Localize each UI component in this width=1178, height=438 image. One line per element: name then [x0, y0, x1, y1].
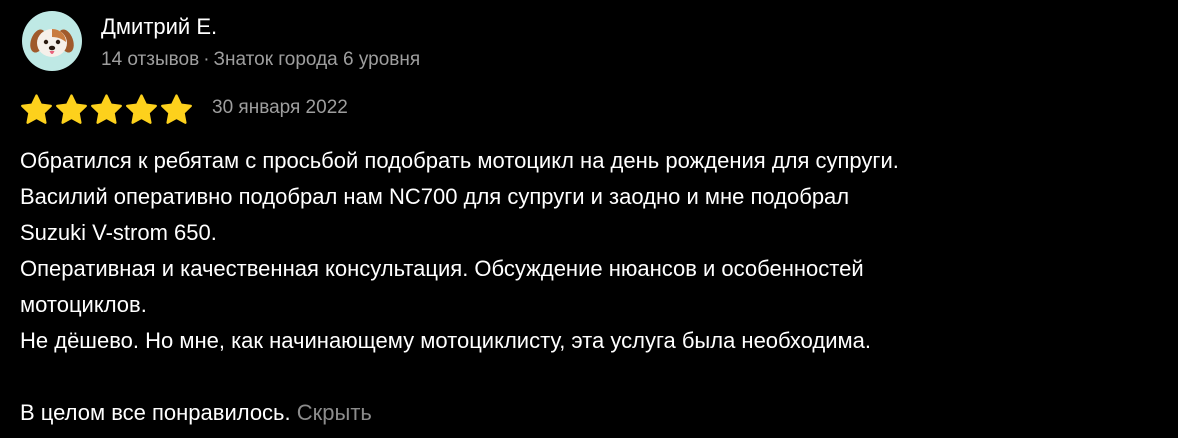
review-card: Дмитрий Е. 14 отзывов · Знаток города 6 ур… [0, 0, 1178, 438]
review-date: 30 января 2022 [212, 97, 348, 118]
avatar[interactable] [22, 11, 82, 71]
hide-link[interactable]: Скрыть [297, 400, 372, 425]
author-level[interactable]: Знаток города 6 уровня [214, 49, 421, 70]
author-name[interactable]: Дмитрий Е. [101, 13, 217, 41]
review-final-text: В целом все понравилось. [20, 400, 291, 425]
star-icon [161, 94, 192, 124]
review-line: Suzuki V-strom 650. [20, 220, 217, 245]
review-line: Не дёшево. Но мне, как начинающему мотоц… [20, 328, 872, 353]
review-text: Обратился к ребятам с просьбой подобрать… [20, 143, 1170, 431]
review-line: Василий оперативно подобрал нам NC700 дл… [20, 184, 850, 209]
review-line: Оперативная и качественная консультация.… [20, 256, 864, 281]
review-final-line: В целом все понравилось. Скрыть [20, 395, 1170, 431]
star-rating [19, 93, 194, 127]
dog-avatar-icon [30, 29, 74, 57]
reviews-count[interactable]: 14 отзывов [101, 49, 199, 70]
author-meta: 14 отзывов · Знаток города 6 уровня [101, 48, 420, 72]
star-icon [91, 94, 122, 124]
meta-separator: · [203, 49, 210, 70]
star-icon [56, 94, 87, 124]
review-line: Обратился к ребятам с просьбой подобрать… [20, 148, 899, 173]
review-line: мотоциклов. [20, 292, 147, 317]
star-icon [21, 94, 52, 124]
star-icon [126, 94, 157, 124]
